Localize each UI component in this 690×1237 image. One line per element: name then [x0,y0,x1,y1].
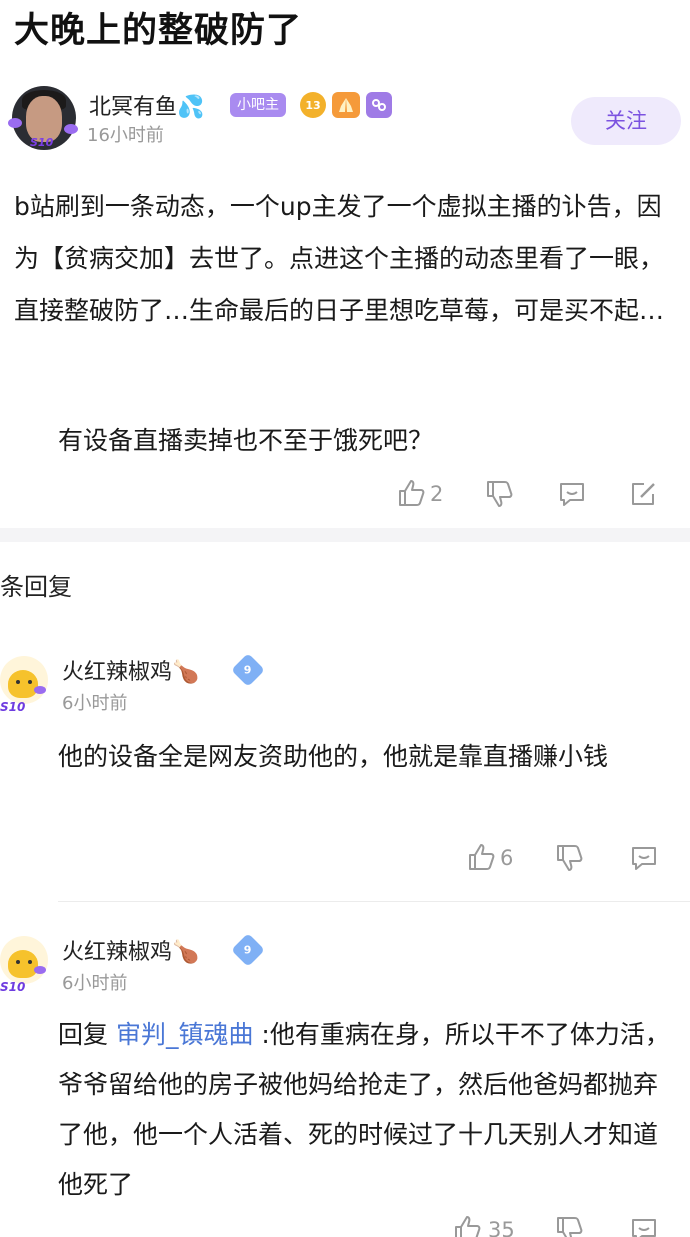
avatar-frame-badge: S10 [0,980,26,994]
avatar-frame-left-deco [8,118,22,128]
commenter-avatar[interactable] [0,656,48,704]
comment-icon[interactable] [556,478,588,510]
drumstick-icon: 🍗 [172,660,200,685]
like-count: 2 [430,482,444,506]
chick-avatar-body [8,950,38,978]
commenter-name-text: 火红辣椒鸡 [62,660,173,685]
avatar-frame-badge: S10 [30,136,54,149]
comment-icon[interactable] [628,842,660,874]
post-title: 大晚上的整破防了 [14,11,303,51]
diamond-level-badge: 9 [231,933,265,967]
chick-eye [28,680,32,684]
like-count: 6 [500,846,514,870]
follow-button[interactable]: 关注 [571,97,681,145]
moderator-tag: 小吧主 [230,93,286,117]
like-icon[interactable] [396,478,426,508]
reply-target-link[interactable]: 审判_镇魂曲 [116,1020,254,1049]
section-divider [0,528,690,542]
post-time: 16小时前 [87,125,164,146]
diamond-level-badge: 9 [231,653,265,687]
level-badge: 13 [300,92,326,118]
author-name-text: 北冥有鱼 [89,95,178,120]
replies-header: 条回复 [0,573,72,601]
comment-time: 6小时前 [62,693,128,714]
comment-separator [58,901,690,902]
reply-prefix: 回复 [58,1020,116,1049]
commenter-avatar[interactable] [0,936,48,984]
comment-time: 6小时前 [62,973,128,994]
avatar-frame-badge: S10 [0,700,26,714]
author-name[interactable]: 北冥有鱼💦 [89,89,204,121]
commenter-name-text: 火红辣椒鸡 [62,940,173,965]
cancer-zodiac-icon [366,92,392,118]
edit-icon[interactable] [628,478,660,510]
avatar-frame-deco [34,966,46,974]
dislike-icon[interactable] [484,478,514,510]
post-content: b站刷到一条动态，一个up主发了一个虚拟主播的讣告，因为【贫病交加】去世了。点进… [14,192,665,325]
comment-text: 回复 审判_镇魂曲 :他有重病在身，所以干不了体力活，爷爷留给他的房子被他妈给抢… [58,1010,670,1210]
like-icon[interactable] [466,842,496,872]
chick-eye [28,960,32,964]
commenter-name[interactable]: 火红辣椒鸡🍗 [62,654,199,686]
chick-eye [16,960,20,964]
like-icon[interactable] [452,1214,482,1237]
water-drops-icon: 💦 [177,95,205,120]
avatar-frame-right-deco [64,124,78,134]
prayer-hands-icon [332,92,360,118]
dislike-icon[interactable] [554,1214,584,1237]
dislike-icon[interactable] [554,842,584,874]
avatar-frame-deco [34,686,46,694]
drumstick-icon: 🍗 [172,940,200,965]
top-reply-text: 有设备直播卖掉也不至于饿死吧？ [58,426,434,455]
commenter-name[interactable]: 火红辣椒鸡🍗 [62,934,199,966]
chick-eye [16,680,20,684]
chick-avatar-body [8,670,38,698]
like-count: 35 [488,1218,515,1237]
comment-icon[interactable] [628,1214,660,1237]
comment-text: 他的设备全是网友资助他的，他就是靠直播赚小钱 [58,742,609,771]
